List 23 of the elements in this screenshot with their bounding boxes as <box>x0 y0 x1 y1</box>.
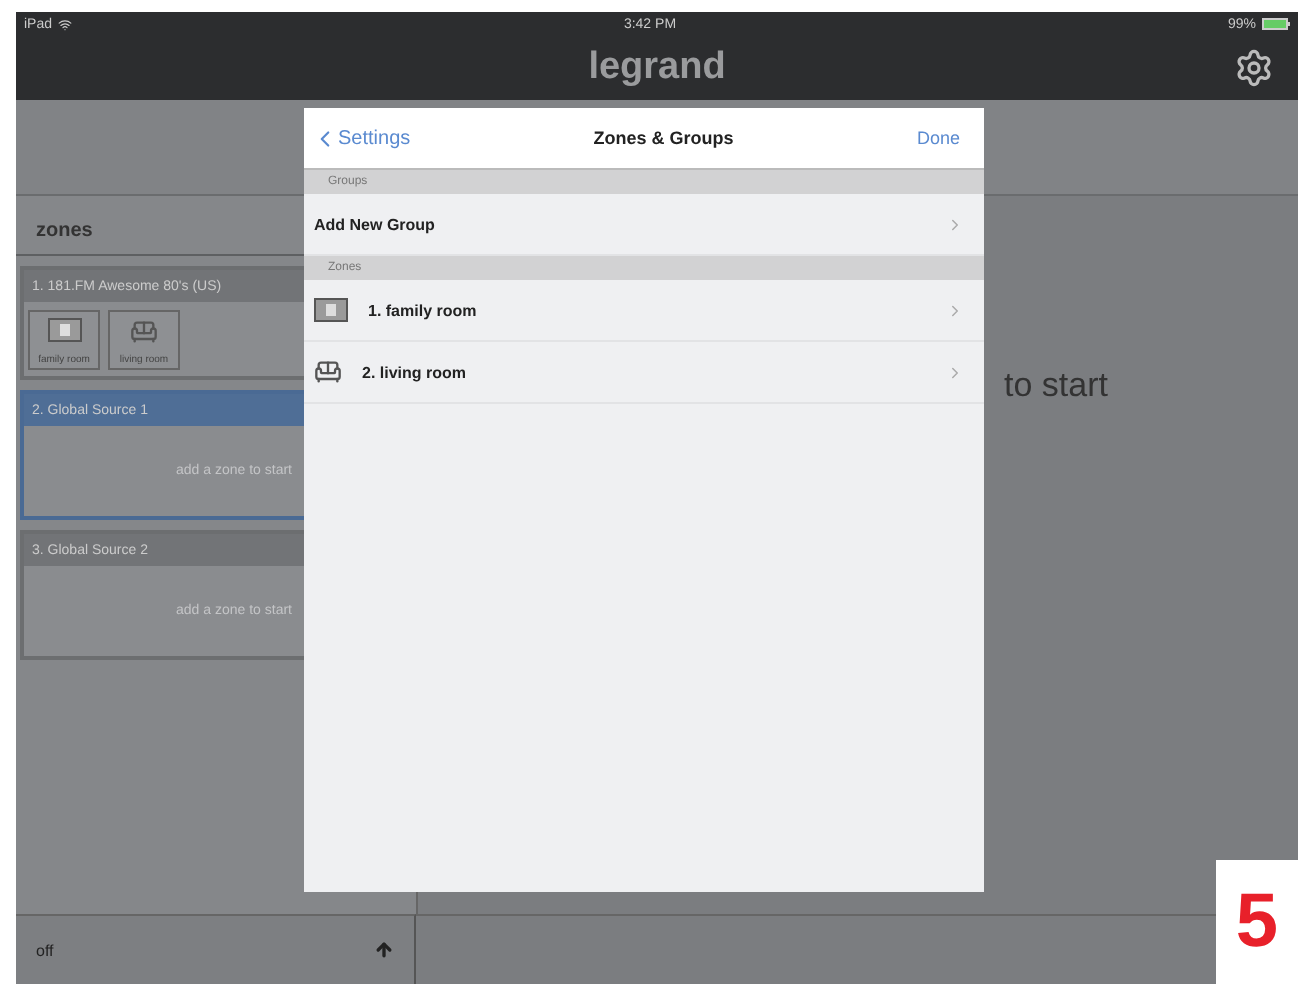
tv-icon <box>47 318 81 342</box>
chevron-icon <box>946 215 964 233</box>
back-link[interactable]: Settings <box>312 125 411 151</box>
row-label: Add New Group <box>314 215 437 233</box>
power-state: off <box>36 941 54 959</box>
panel-title: zones <box>36 219 95 241</box>
battery-icon <box>1261 18 1290 30</box>
step-number: 5 <box>1216 860 1298 984</box>
empty-hint: to start <box>1004 366 1110 406</box>
chevron-icon <box>946 363 964 381</box>
tv-icon <box>314 298 348 322</box>
up-arrow-icon[interactable] <box>374 940 394 960</box>
logo: legrand <box>588 46 726 90</box>
chevron-icon <box>946 301 964 319</box>
dialog-title: Zones & Groups <box>593 128 734 148</box>
sofa-icon <box>130 318 158 346</box>
sofa-icon <box>314 358 342 386</box>
list-row[interactable]: 1. family room <box>304 280 984 342</box>
settings-icon[interactable] <box>1234 48 1274 88</box>
done-button[interactable]: Done <box>916 128 960 148</box>
list-row[interactable]: 2. living room <box>304 342 984 404</box>
power-bar[interactable]: off <box>16 914 416 984</box>
wifi-icon <box>58 17 73 31</box>
